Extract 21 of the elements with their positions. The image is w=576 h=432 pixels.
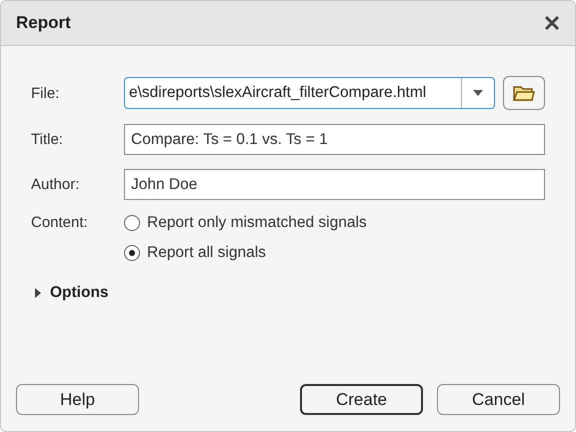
options-section-header[interactable]: Options (50, 284, 109, 302)
expand-icon[interactable] (35, 288, 41, 298)
window-title: Report (16, 13, 71, 33)
radio-label: Report only mismatched signals (147, 214, 367, 232)
text-field[interactable]: John Doe (124, 169, 545, 200)
browse-button[interactable] (503, 76, 545, 110)
file-dropdown[interactable]: e\sdireports\slexAircraft_filterCompare.html (124, 77, 495, 109)
field-label: Content: (31, 214, 89, 231)
text-field[interactable]: Compare: Ts = 0.1 vs. Ts = 1 (124, 124, 545, 155)
radio-label: Report all signals (147, 244, 266, 262)
field-label: File: (31, 84, 60, 102)
caret-icon (473, 90, 483, 96)
dialog-button[interactable]: Cancel (437, 384, 560, 415)
radio-button[interactable] (124, 215, 140, 231)
dialog-button[interactable]: Help (16, 384, 139, 415)
dialog-button[interactable]: Create (300, 384, 423, 415)
close-icon[interactable] (544, 15, 560, 31)
folder-icon (513, 84, 535, 102)
radio-button[interactable] (124, 245, 140, 261)
field-label: Title: (31, 131, 64, 148)
field-label: Author: (31, 176, 80, 193)
